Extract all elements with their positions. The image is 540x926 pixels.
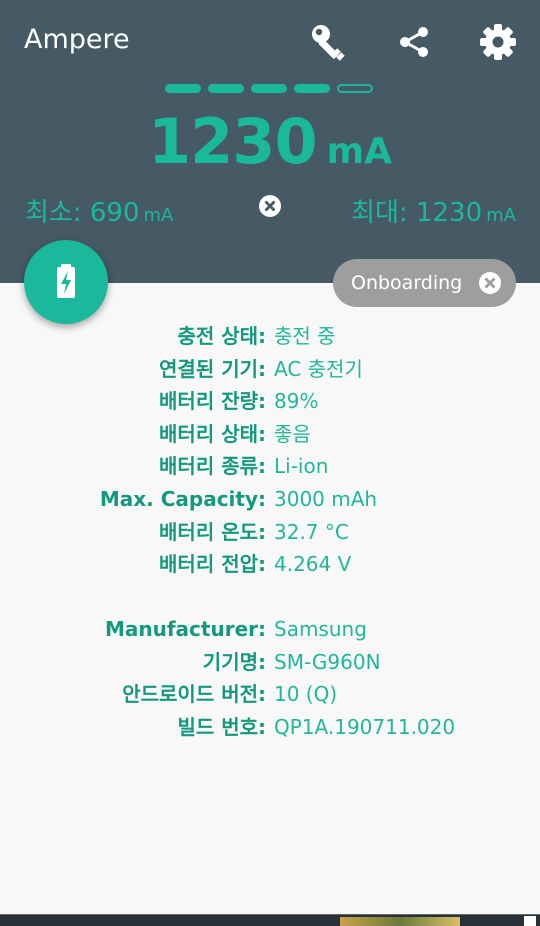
info-value: SM-G960N	[274, 649, 381, 674]
reset-close-icon[interactable]	[258, 194, 282, 218]
onboarding-chip[interactable]: Onboarding	[333, 259, 516, 307]
info-label: 안드로이드 버전:	[122, 682, 266, 707]
level-segment	[208, 84, 244, 93]
info-label: 기기명:	[202, 649, 266, 674]
info-value: 3000 mAh	[274, 486, 378, 511]
info-label: Manufacturer:	[104, 617, 266, 641]
charge-level-indicator	[165, 84, 375, 96]
current-reading: 1230 mA	[0, 105, 540, 178]
info-value: Samsung	[274, 617, 367, 641]
info-value: 10 (Q)	[274, 682, 338, 707]
info-label: 배터리 종류:	[159, 454, 266, 479]
max-reading: 최대: 1230 mA	[351, 192, 516, 229]
level-segment	[165, 84, 201, 93]
app-header: Ampere 1230 mA 최소: 690 mA 최대: 1230 mA	[0, 0, 540, 283]
info-row-voltage: 배터리 전압: 4.264 V	[0, 548, 540, 581]
max-label: 최대: 1230	[351, 198, 483, 228]
info-value: AC 충전기	[274, 356, 363, 381]
level-segment-empty	[337, 84, 373, 93]
device-info-list: Manufacturer: Samsung 기기명: SM-G960N 안드로이…	[0, 613, 540, 743]
info-row-android: 안드로이드 버전: 10 (Q)	[0, 678, 540, 711]
info-value: QP1A.190711.020	[274, 714, 456, 739]
info-value: 4.264 V	[274, 552, 352, 577]
level-segment	[294, 84, 330, 93]
share-icon[interactable]	[394, 20, 434, 64]
battery-charging-icon	[57, 264, 75, 298]
info-label: 충전 상태:	[177, 324, 266, 348]
min-label: 최소: 690	[25, 198, 140, 228]
min-unit: mA	[143, 205, 174, 226]
info-label: 배터리 전압:	[159, 552, 266, 577]
info-value: 32.7 °C	[274, 519, 349, 544]
info-row-capacity: Max. Capacity: 3000 mAh	[0, 483, 540, 516]
info-label: 빌드 번호:	[177, 714, 266, 739]
current-unit: mA	[326, 131, 392, 172]
info-label: 배터리 상태:	[159, 421, 266, 446]
info-row-level: 배터리 잔량: 89%	[0, 385, 540, 418]
current-value: 1230	[148, 105, 318, 178]
info-value: 89%	[274, 389, 319, 414]
info-value: 좋음	[274, 421, 311, 446]
min-reading: 최소: 690 mA	[25, 192, 173, 229]
info-row-model: 기기명: SM-G960N	[0, 646, 540, 679]
info-row-manufacturer: Manufacturer: Samsung	[0, 613, 540, 646]
info-label: 연결된 기기:	[159, 356, 266, 381]
app-title: Ampere	[24, 24, 130, 55]
info-row-health: 배터리 상태: 좋음	[0, 418, 540, 451]
info-label: Max. Capacity:	[99, 486, 266, 511]
info-label: 배터리 온도:	[159, 519, 266, 544]
close-icon[interactable]	[478, 271, 502, 295]
info-label: 배터리 잔량:	[159, 389, 266, 414]
onboarding-label: Onboarding	[351, 272, 463, 294]
ad-banner[interactable]	[0, 914, 540, 926]
info-value: Li-ion	[274, 454, 329, 479]
settings-icon[interactable]	[478, 20, 518, 64]
info-value: 충전 중	[274, 324, 336, 348]
max-unit: mA	[486, 205, 516, 226]
info-row-plugged: 연결된 기기: AC 충전기	[0, 353, 540, 386]
level-segment	[251, 84, 287, 93]
info-row-temperature: 배터리 온도: 32.7 °C	[0, 516, 540, 549]
info-row-status: 충전 상태: 충전 중	[0, 320, 540, 353]
info-row-build: 빌드 번호: QP1A.190711.020	[0, 711, 540, 744]
info-row-technology: 배터리 종류: Li-ion	[0, 450, 540, 483]
key-icon[interactable]	[309, 20, 349, 64]
battery-fab-button[interactable]	[24, 240, 108, 324]
battery-info-list: 충전 상태: 충전 중 연결된 기기: AC 충전기 배터리 잔량: 89% 배…	[0, 320, 540, 581]
